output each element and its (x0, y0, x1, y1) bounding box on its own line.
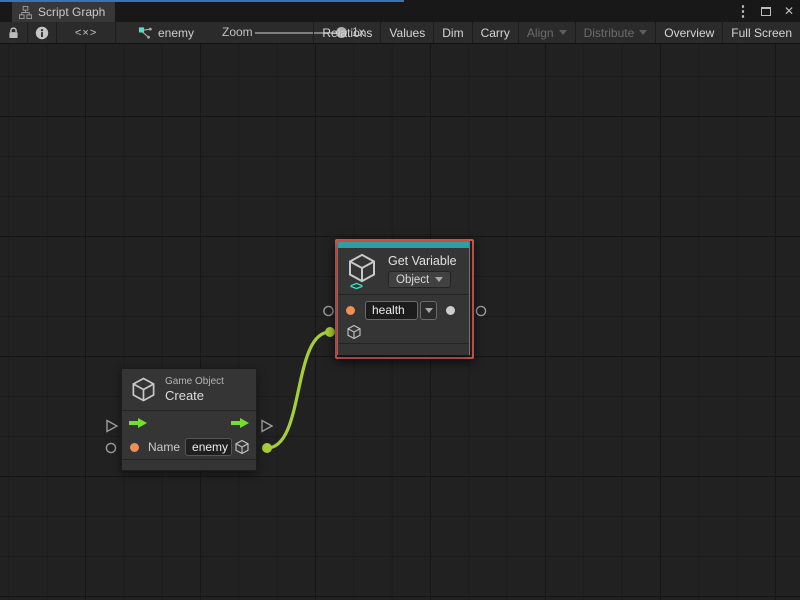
graph-toolbar: <×> enemy Zoom 1x Relations Values Dim C… (0, 22, 800, 44)
node-category: Game Object (165, 376, 224, 387)
node-footer (122, 459, 256, 470)
flow-port-row (122, 411, 256, 435)
variable-name-input[interactable]: health (365, 301, 418, 320)
value-output-port-dot[interactable] (446, 306, 455, 315)
getvar-name-external-port[interactable] (324, 306, 333, 315)
selection-outline: <> Get Variable Object health (335, 239, 474, 359)
carry-button[interactable]: Carry (472, 22, 518, 43)
node-title: Get Variable (388, 254, 457, 268)
create-node-header: Game Object Create (122, 369, 256, 410)
chevron-down-icon (435, 277, 443, 282)
graph-canvas[interactable]: Game Object Create Name enemy (0, 44, 800, 600)
getvar-value-external-port[interactable] (476, 306, 485, 315)
align-dropdown[interactable]: Align (518, 22, 575, 43)
button-label: Align (527, 26, 554, 40)
tab-title: Script Graph (38, 5, 105, 19)
titlebar: Script Graph ⋮ ✕ (0, 0, 800, 22)
node-game-object-create[interactable]: Game Object Create Name enemy (121, 368, 257, 471)
node-get-variable[interactable]: <> Get Variable Object health (337, 241, 470, 355)
variable-scope-dropdown[interactable]: Object (388, 271, 451, 288)
toolbar-separator (115, 22, 116, 43)
tab-script-graph[interactable]: Script Graph (12, 2, 115, 22)
window-controls: ⋮ ✕ (736, 0, 796, 22)
getvar-node-header: <> Get Variable Object (338, 248, 469, 294)
flow-in-port-icon[interactable] (128, 417, 148, 429)
name-input[interactable]: enemy (185, 438, 232, 456)
button-label: Relations (322, 26, 372, 40)
object-port-row (338, 320, 469, 343)
lock-icon (7, 26, 20, 40)
variable-name-port-dot[interactable] (346, 306, 355, 315)
chevron-down-icon (425, 308, 433, 313)
focus-accent-line (0, 0, 404, 2)
script-graph-window: Script Graph ⋮ ✕ (0, 0, 800, 600)
flow-out-port-icon[interactable] (230, 417, 250, 429)
close-icon[interactable]: ✕ (782, 3, 796, 19)
wire-start-dot[interactable] (262, 443, 272, 453)
name-port-label: Name (148, 440, 180, 454)
flow-in-external-port[interactable] (107, 421, 117, 432)
relations-button[interactable]: Relations (313, 22, 380, 43)
code-brackets-icon: <> (350, 279, 362, 293)
maximize-icon[interactable] (759, 3, 773, 19)
variable-picker-dropdown[interactable] (420, 301, 437, 320)
name-port-row: Name enemy (122, 435, 256, 459)
variable-icon-wrap: <> (346, 252, 382, 294)
full-screen-button[interactable]: Full Screen (722, 22, 800, 43)
kebab-menu-icon[interactable]: ⋮ (736, 3, 750, 19)
button-label: Dim (442, 26, 463, 40)
graph-name: enemy (158, 26, 194, 40)
button-label: Distribute (584, 26, 635, 40)
button-label: Carry (481, 26, 510, 40)
button-label: Values (389, 26, 425, 40)
name-port-dot[interactable] (130, 443, 139, 452)
code-preview-toggle[interactable]: <×> (57, 22, 115, 43)
toolbar-left-group: <×> (0, 22, 116, 43)
button-label: Overview (664, 26, 714, 40)
graph-hierarchy-icon (19, 6, 32, 19)
chevron-down-icon (559, 30, 567, 35)
distribute-dropdown[interactable]: Distribute (575, 22, 656, 43)
breadcrumb[interactable]: enemy (138, 22, 194, 43)
overview-button[interactable]: Overview (655, 22, 722, 43)
wire-end-dot[interactable] (325, 327, 335, 337)
scope-label: Object (396, 274, 429, 286)
chevron-down-icon (639, 30, 647, 35)
graph-breadcrumb-icon (138, 25, 153, 40)
dim-button[interactable]: Dim (433, 22, 471, 43)
node-title: Create (165, 388, 224, 403)
wire-gameobject-connection[interactable] (267, 332, 330, 448)
button-label: Full Screen (731, 26, 792, 40)
flow-out-external-port[interactable] (262, 421, 272, 432)
lock-button[interactable] (0, 22, 27, 43)
info-button[interactable] (28, 22, 56, 43)
info-icon (35, 26, 49, 40)
name-input-external-port[interactable] (106, 443, 115, 452)
node-footer (338, 343, 469, 355)
values-button[interactable]: Values (380, 22, 433, 43)
game-object-cube-icon (130, 376, 157, 403)
toolbar-right-group: Relations Values Dim Carry Align Distrib… (313, 22, 800, 43)
variable-port-row: health (338, 295, 469, 320)
zoom-label: Zoom (222, 22, 253, 43)
game-object-output-port-icon[interactable] (234, 439, 250, 455)
game-object-input-port-icon[interactable] (346, 324, 362, 340)
